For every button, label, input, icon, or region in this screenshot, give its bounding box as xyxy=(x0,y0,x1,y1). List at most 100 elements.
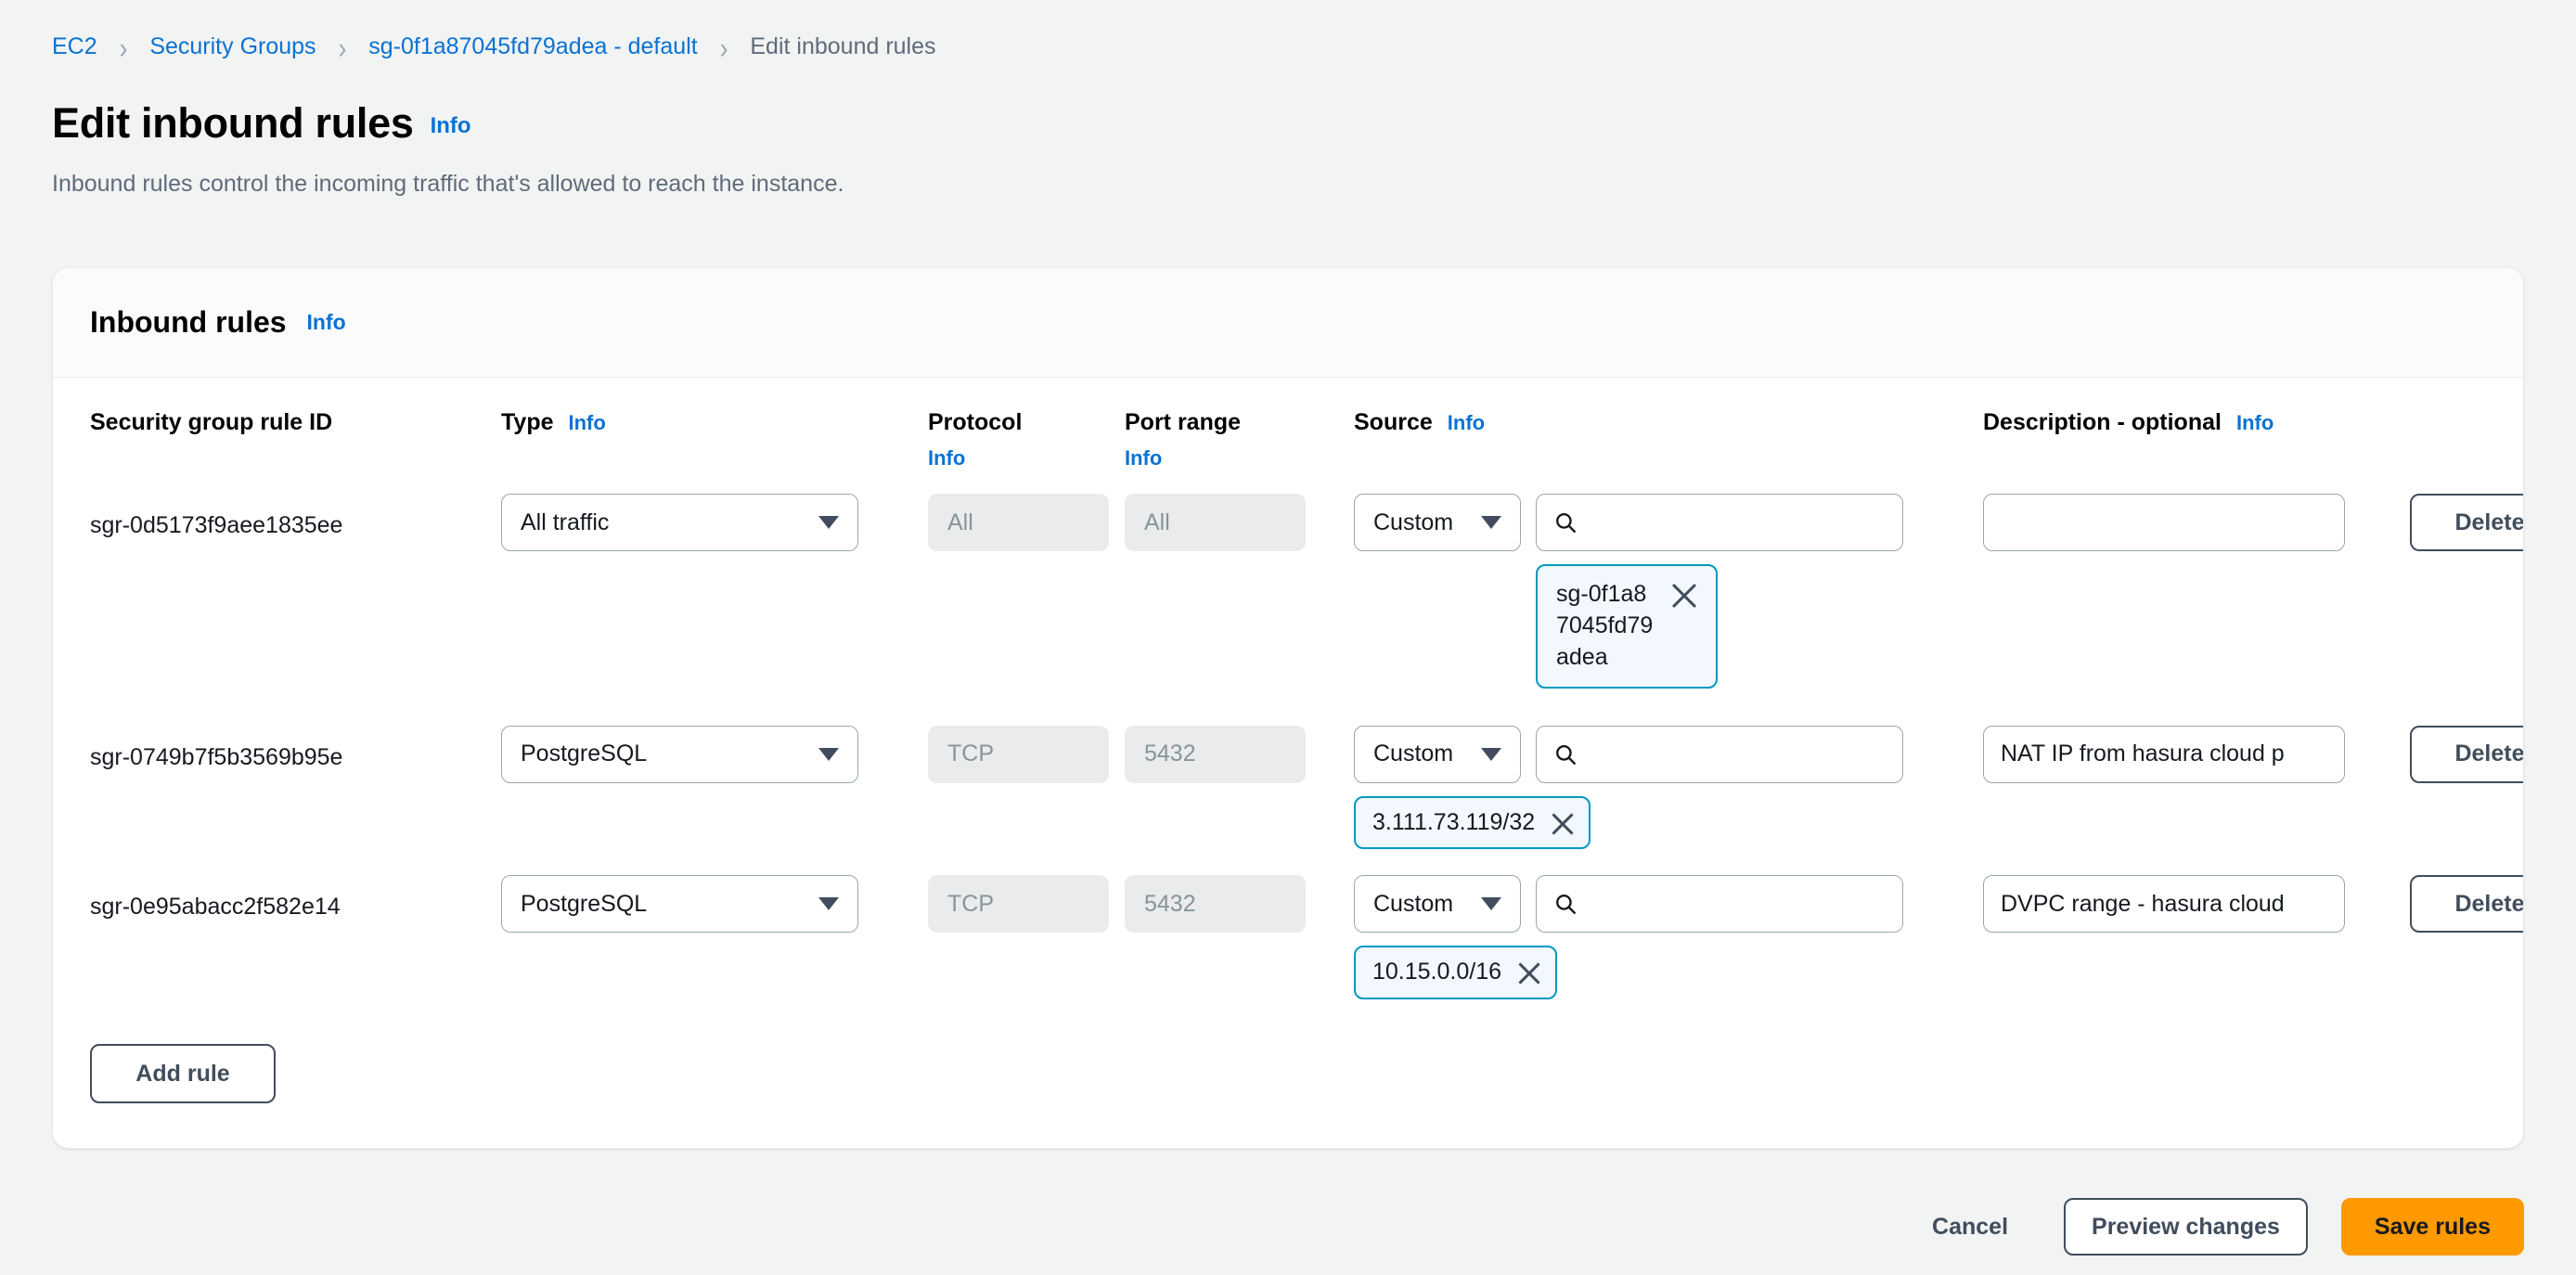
port-range-cell: All xyxy=(1125,494,1321,551)
description-cell: NAT IP from hasura cloud p xyxy=(1983,726,2373,783)
breadcrumb: EC2 › Security Groups › sg-0f1a87045fd79… xyxy=(0,0,2576,60)
source-search-input[interactable] xyxy=(1536,494,1903,551)
description-value: DVPC range - hasura cloud xyxy=(2001,891,2285,918)
type-select-value: All traffic xyxy=(521,509,609,536)
add-rule-button[interactable]: Add rule xyxy=(90,1044,276,1103)
column-header-source-label: Source xyxy=(1354,409,1433,435)
table-row: sgr-0749b7f5b3569b95e PostgreSQL TCP 543… xyxy=(90,689,2486,850)
close-icon[interactable] xyxy=(1669,581,1699,611)
source-controls: Custom xyxy=(1354,494,1946,551)
page-header: Edit inbound rules Info xyxy=(0,60,2576,145)
chevron-down-icon xyxy=(1481,897,1501,910)
type-select-value: PostgreSQL xyxy=(521,891,647,918)
search-icon xyxy=(1553,892,1578,916)
port-range-info-link[interactable]: Info xyxy=(1125,444,1321,472)
port-range-input: 5432 xyxy=(1125,875,1306,933)
protocol-cell: TCP xyxy=(928,726,1125,783)
column-header-description: Description - optionalInfo xyxy=(1983,407,2373,439)
description-input[interactable]: NAT IP from hasura cloud p xyxy=(1983,726,2345,783)
port-range-input: 5432 xyxy=(1125,726,1306,783)
type-cell: PostgreSQL xyxy=(501,726,891,783)
port-range-cell: 5432 xyxy=(1125,875,1321,933)
page-info-link[interactable]: Info xyxy=(431,113,471,139)
column-header-protocol: Protocol Info xyxy=(928,407,1125,471)
add-rule-wrap: Add rule xyxy=(53,999,2523,1148)
source-search-input[interactable] xyxy=(1536,875,1903,933)
source-info-link[interactable]: Info xyxy=(1448,411,1485,434)
source-type-value: Custom xyxy=(1373,891,1453,918)
source-cell: Custom xyxy=(1354,494,1946,688)
chevron-down-icon xyxy=(1481,516,1501,529)
column-header-type-label: Type xyxy=(501,409,554,435)
close-icon[interactable] xyxy=(1516,960,1542,986)
edit-inbound-rules-page: EC2 › Security Groups › sg-0f1a87045fd79… xyxy=(0,0,2576,1275)
rules-table: Security group rule ID TypeInfo Protocol… xyxy=(53,378,2523,999)
protocol-cell: All xyxy=(928,494,1125,551)
source-token: sg-0f1a87045fd79adea xyxy=(1536,564,1718,688)
delete-button[interactable]: Delete xyxy=(2410,726,2524,783)
description-cell xyxy=(1983,494,2373,551)
delete-button[interactable]: Delete xyxy=(2410,875,2524,933)
page-title: Edit inbound rules xyxy=(52,101,414,145)
breadcrumb-item-ec2[interactable]: EC2 xyxy=(52,33,97,60)
source-type-select[interactable]: Custom xyxy=(1354,494,1521,551)
type-select[interactable]: PostgreSQL xyxy=(501,875,858,933)
chevron-down-icon xyxy=(1481,748,1501,761)
table-header-row: Security group rule ID TypeInfo Protocol… xyxy=(90,378,2486,479)
description-info-link[interactable]: Info xyxy=(2236,411,2273,434)
protocol-cell: TCP xyxy=(928,875,1125,933)
protocol-info-link[interactable]: Info xyxy=(928,444,1125,472)
protocol-input: TCP xyxy=(928,875,1109,933)
protocol-input: All xyxy=(928,494,1109,551)
description-input[interactable]: DVPC range - hasura cloud xyxy=(1983,875,2345,933)
column-header-type: Type Info xyxy=(501,407,891,439)
table-row: sgr-0d5173f9aee1835ee All traffic All Al… xyxy=(90,479,2486,688)
card-header: Inbound rules Info xyxy=(53,268,2523,378)
port-range-input: All xyxy=(1125,494,1306,551)
column-header-source: Source Info xyxy=(1354,407,1946,439)
source-search-input[interactable] xyxy=(1536,726,1903,783)
source-type-value: Custom xyxy=(1373,509,1453,536)
delete-button[interactable]: Delete xyxy=(2410,494,2524,551)
source-type-value: Custom xyxy=(1373,741,1453,767)
protocol-value: All xyxy=(947,509,973,536)
type-select[interactable]: PostgreSQL xyxy=(501,726,858,783)
source-controls: Custom xyxy=(1354,726,1946,783)
rule-id-value: sgr-0e95abacc2f582e14 xyxy=(90,875,484,922)
page-description: Inbound rules control the incoming traff… xyxy=(0,145,2576,200)
port-range-value: 5432 xyxy=(1144,891,1196,918)
type-info-link[interactable]: Info xyxy=(569,411,606,434)
card-title: Inbound rules xyxy=(90,305,287,340)
preview-changes-button[interactable]: Preview changes xyxy=(2064,1198,2308,1256)
type-cell: PostgreSQL xyxy=(501,875,891,933)
close-icon[interactable] xyxy=(1550,811,1576,837)
actions-cell: Delete xyxy=(2410,875,2524,933)
actions-cell: Delete xyxy=(2410,494,2524,551)
search-icon xyxy=(1553,742,1578,766)
description-input[interactable] xyxy=(1983,494,2345,551)
save-rules-button[interactable]: Save rules xyxy=(2341,1198,2524,1256)
protocol-value: TCP xyxy=(947,891,994,918)
breadcrumb-item-security-group[interactable]: sg-0f1a87045fd79adea - default xyxy=(368,33,697,60)
chevron-down-icon xyxy=(818,897,839,910)
protocol-value: TCP xyxy=(947,741,994,767)
source-token-label: 10.15.0.0/16 xyxy=(1372,957,1501,988)
breadcrumb-item-security-groups[interactable]: Security Groups xyxy=(149,33,316,60)
source-type-select[interactable]: Custom xyxy=(1354,726,1521,783)
cancel-button[interactable]: Cancel xyxy=(1910,1198,2030,1256)
type-select-value: PostgreSQL xyxy=(521,741,647,767)
type-select[interactable]: All traffic xyxy=(501,494,858,551)
protocol-input: TCP xyxy=(928,726,1109,783)
form-actions: Cancel Preview changes Save rules xyxy=(0,1178,2576,1275)
chevron-down-icon xyxy=(818,748,839,761)
column-header-port-range-label: Port range xyxy=(1125,409,1241,435)
chevron-right-icon: › xyxy=(120,32,128,62)
inbound-rules-card: Inbound rules Info Security group rule I… xyxy=(52,267,2524,1149)
source-cell: Custom xyxy=(1354,726,1946,850)
search-icon xyxy=(1553,510,1578,534)
source-cell: Custom xyxy=(1354,875,1946,999)
source-type-select[interactable]: Custom xyxy=(1354,875,1521,933)
card-info-link[interactable]: Info xyxy=(307,310,346,335)
description-cell: DVPC range - hasura cloud xyxy=(1983,875,2373,933)
type-cell: All traffic xyxy=(501,494,891,551)
